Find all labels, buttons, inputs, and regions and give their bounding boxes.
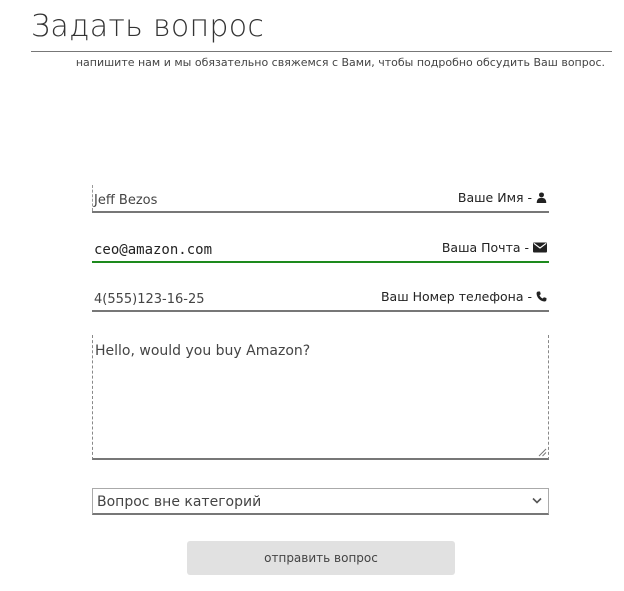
resize-grip-icon[interactable] [537, 447, 547, 457]
phone-label-text: Ваш Номер телефона - [380, 289, 532, 304]
email-field[interactable]: ceo@amazon.com Ваша Почта - [92, 235, 549, 263]
name-field[interactable]: Jeff Bezos Ваше Имя - [92, 185, 549, 213]
name-label: Ваше Имя - [458, 190, 547, 205]
email-label-text: Ваша Почта - [441, 240, 529, 255]
message-value[interactable]: Hello, would you buy Amazon? [95, 343, 310, 359]
page-title: Задать вопрос [31, 9, 265, 44]
phone-icon [536, 291, 547, 302]
text-cursor [92, 185, 93, 211]
phone-field[interactable]: 4(555)123-16-25 Ваш Номер телефона - [92, 284, 549, 312]
envelope-icon [533, 242, 547, 253]
phone-input-value[interactable]: 4(555)123-16-25 [94, 292, 205, 307]
title-divider [31, 51, 612, 52]
category-selected-value: Вопрос вне категорий [97, 494, 262, 510]
submit-question-button[interactable]: отправить вопрос [187, 541, 455, 575]
name-input-value[interactable]: Jeff Bezos [94, 193, 157, 208]
email-label: Ваша Почта - [442, 240, 547, 255]
message-textarea[interactable]: Hello, would you buy Amazon? [92, 335, 549, 460]
user-icon [536, 192, 547, 203]
category-select[interactable]: Вопрос вне категорий [92, 488, 549, 515]
phone-label: Ваш Номер телефона - [381, 289, 547, 304]
name-label-text: Ваше Имя - [457, 190, 532, 205]
chevron-down-icon [532, 497, 542, 504]
email-input-value[interactable]: ceo@amazon.com [94, 242, 212, 258]
page-subtitle: напишите нам и мы обязательно свяжемся с… [75, 56, 605, 69]
